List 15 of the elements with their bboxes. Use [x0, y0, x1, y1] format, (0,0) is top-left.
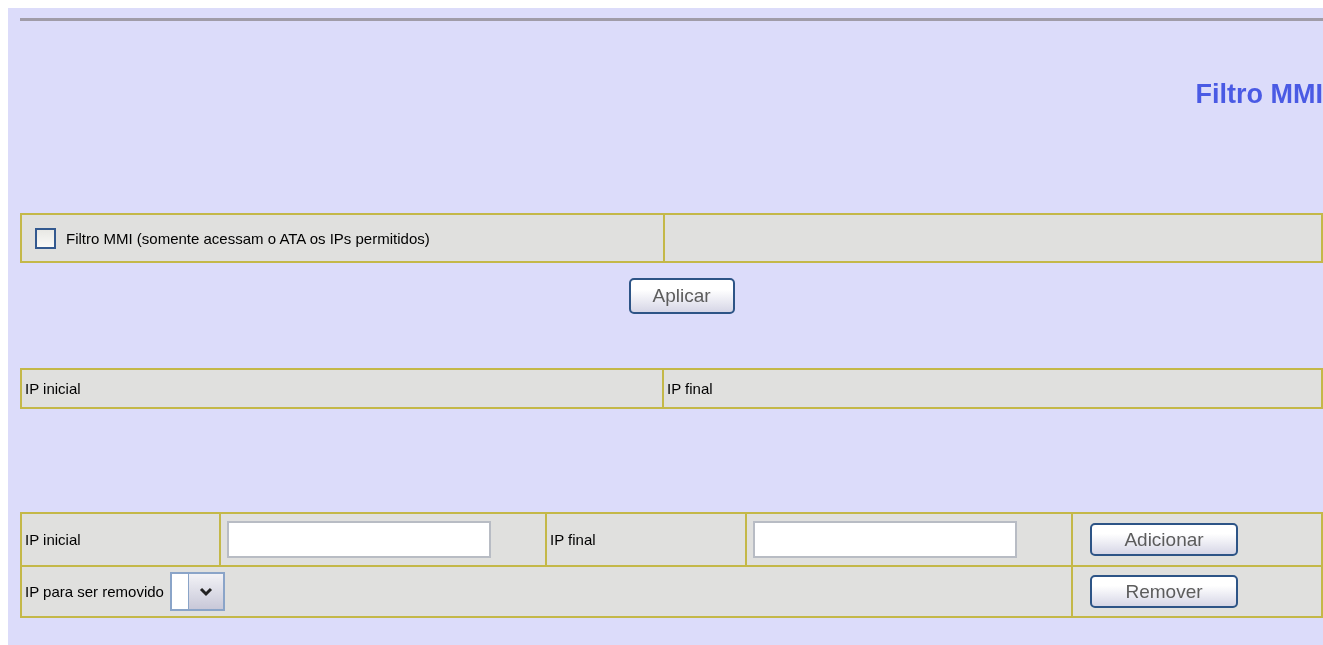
field-label: IP inicial: [25, 531, 81, 548]
checkbox[interactable]: [35, 227, 56, 249]
column-header: IP final: [667, 380, 713, 397]
column-header: IP inicial: [25, 380, 81, 397]
field-label: IP para ser removido: [25, 583, 164, 600]
chevron-down-icon: [198, 586, 213, 597]
field-label: IP final: [550, 531, 596, 548]
checkbox-label: Filtro MMI (somente acessam o ATA os IPs permitidos): [66, 229, 430, 247]
input-field[interactable]: [753, 521, 1017, 558]
page-title: Filtro MMI: [1194, 78, 1323, 111]
add-button[interactable]: Adicionar: [1090, 523, 1238, 556]
remove-button[interactable]: Remover: [1090, 575, 1238, 608]
dropdown[interactable]: [169, 572, 225, 611]
apply-button[interactable]: Aplicar: [628, 278, 735, 314]
input-field[interactable]: [227, 521, 491, 558]
